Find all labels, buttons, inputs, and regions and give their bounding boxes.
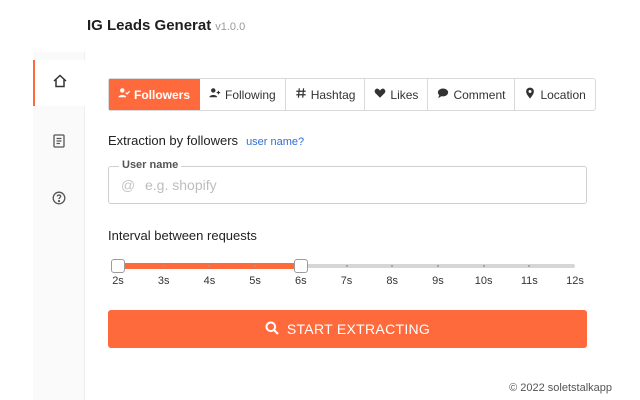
slider-tick-label: 3s [157, 275, 170, 287]
tab-label: Followers [134, 87, 191, 102]
slider-tick-label: 2s [112, 275, 124, 287]
tab-label: Likes [390, 87, 419, 102]
user-check-icon [118, 87, 130, 102]
app-title: IG Leads Generat v1.0.0 [87, 17, 245, 34]
comment-icon [437, 87, 449, 102]
username-field: User name @ [108, 159, 587, 204]
tab-label: Comment [453, 87, 506, 102]
sidebar-item-help[interactable] [33, 177, 85, 223]
help-icon [51, 190, 67, 211]
slider-tick-label: 6s [294, 275, 307, 287]
username-help-link[interactable]: user name? [246, 136, 304, 148]
tab-label: Location [540, 87, 586, 102]
slider-tick-label: 12s [566, 275, 584, 287]
tab-likes[interactable]: Likes [365, 79, 429, 110]
sidebar-item-home[interactable] [33, 60, 85, 106]
tab-label: Following [225, 87, 276, 102]
sidebar-item-list[interactable] [33, 120, 85, 166]
tab-location[interactable]: Location [515, 79, 594, 110]
slider-tick-label: 9s [432, 275, 444, 287]
slider-ticks: 2s 3s 4s 5s 6s 7s 8s 9s 10s 11s 12s [112, 275, 584, 289]
tab-hashtag[interactable]: Hashtag [286, 79, 366, 110]
slider-tick-label: 4s [203, 275, 216, 287]
document-icon [51, 133, 67, 154]
username-input[interactable] [145, 175, 565, 195]
heading-text: Extraction by followers [108, 133, 239, 148]
slider-thumb-start[interactable] [111, 259, 125, 273]
slider-step-dot [482, 265, 485, 267]
username-field-label: User name [119, 159, 182, 171]
slider-tick-label: 10s [474, 275, 493, 287]
tab-comment[interactable]: Comment [428, 79, 516, 110]
start-extracting-button[interactable]: START EXTRACTING [108, 310, 587, 348]
app-version: v1.0.0 [215, 21, 246, 33]
location-pin-icon [524, 87, 536, 102]
slider-thumb-end[interactable] [293, 259, 308, 273]
tab-label: Hashtag [310, 87, 356, 102]
top-bar: IG Leads Generat v1.0.0 [0, 0, 640, 52]
slider-tick-label: 11s [520, 275, 538, 287]
interval-slider[interactable] [111, 259, 575, 273]
search-icon [265, 321, 279, 338]
hash-icon [295, 87, 307, 102]
at-icon: @ [121, 177, 136, 193]
app-title-text: IG Leads Generat [87, 17, 212, 34]
sidebar [33, 52, 85, 400]
slider-tick-label: 5s [249, 275, 261, 287]
heart-icon [374, 87, 386, 102]
tab-following[interactable]: Following [200, 79, 286, 110]
home-icon [52, 73, 68, 94]
extraction-tabs: Followers Following Hashtag Likes Commen… [108, 78, 596, 111]
button-label: START EXTRACTING [286, 321, 431, 337]
slider-step-dot [162, 265, 165, 267]
section-heading: Extraction by followers user name? [108, 133, 304, 148]
user-plus-icon [209, 87, 221, 102]
slider-step-dot [436, 265, 439, 267]
interval-label: Interval between requests [108, 228, 257, 243]
footer-copyright: © 2022 soletstalkapp [509, 382, 612, 394]
app-window: IG Leads Generat v1.0.0 Followers Followi… [0, 0, 640, 400]
slider-tick-label: 8s [386, 275, 398, 287]
slider-step-dot [345, 265, 348, 267]
slider-tick-label: 7s [340, 275, 353, 287]
tab-followers[interactable]: Followers [109, 79, 201, 110]
